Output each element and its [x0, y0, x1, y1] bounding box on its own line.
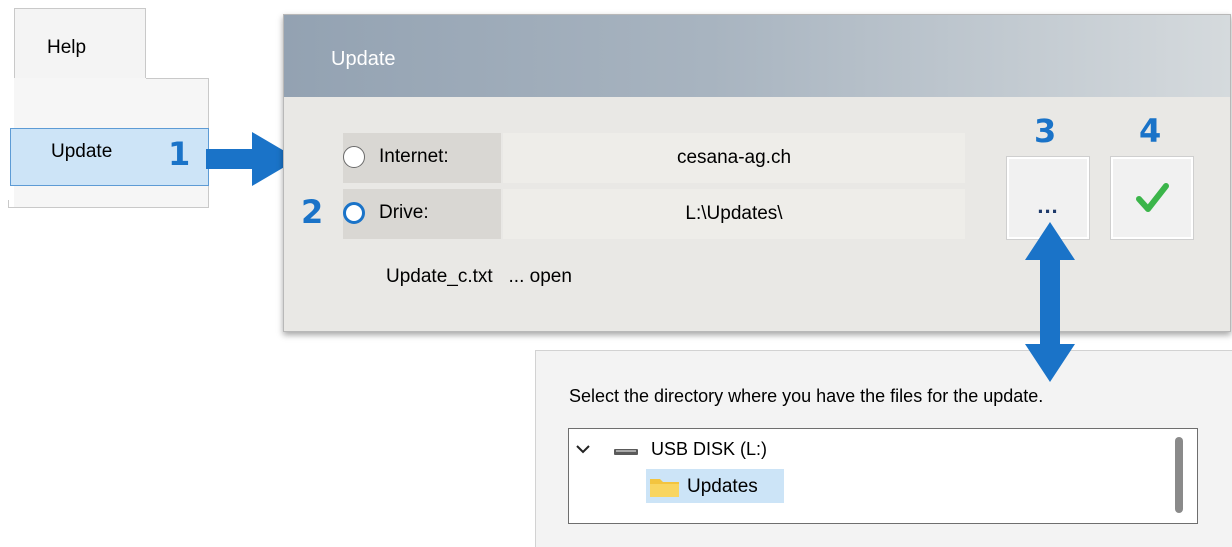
menu-divider	[146, 78, 209, 79]
double-arrow-icon	[1025, 222, 1075, 382]
menu-item-update-label: Update	[51, 141, 113, 162]
tree-scrollbar[interactable]	[1175, 437, 1183, 513]
drive-value-field[interactable]: L:\Updates\	[503, 189, 965, 239]
internet-value: cesana-ag.ch	[676, 147, 792, 168]
menu-bottom-border	[8, 207, 209, 208]
file-action: ... open	[508, 266, 572, 287]
dialog-titlebar: Update	[284, 15, 1230, 97]
drive-radio[interactable]	[343, 202, 365, 224]
step-marker-3: 3	[1034, 112, 1057, 150]
update-dialog: Update Internet: cesana-ag.ch Drive: L:\…	[283, 14, 1231, 332]
dialog-title: Update	[331, 48, 396, 70]
step-marker-4: 4	[1139, 112, 1162, 150]
folder-instruction: Select the directory where you have the …	[569, 386, 1044, 406]
drive-value: L:\Updates\	[685, 203, 783, 224]
confirm-button[interactable]	[1111, 157, 1193, 239]
drive-icon	[614, 449, 638, 455]
checkmark-icon	[1136, 183, 1169, 212]
tree-item-updates-label: Updates	[687, 476, 758, 497]
folder-icon	[650, 479, 679, 497]
file-name: Update_c.txt	[386, 266, 493, 287]
step-marker-2: 2	[301, 193, 324, 231]
internet-option[interactable]: Internet:	[343, 133, 501, 183]
chevron-down-icon[interactable]	[575, 443, 591, 455]
menu-left-border	[8, 200, 9, 208]
folder-browser-dialog: Select the directory where you have the …	[535, 350, 1232, 547]
internet-value-field[interactable]: cesana-ag.ch	[503, 133, 965, 183]
drive-label: Drive:	[379, 202, 429, 223]
tree-item-usb-disk[interactable]: USB DISK (L:)	[651, 439, 767, 460]
folder-tree[interactable]: USB DISK (L:) Updates	[568, 428, 1198, 524]
help-tab-label: Help	[47, 37, 87, 58]
help-tab[interactable]: Help	[14, 8, 146, 78]
browse-button-label: ...	[1037, 193, 1059, 218]
internet-radio[interactable]	[343, 146, 365, 168]
step-marker-1: 1	[168, 135, 191, 173]
drive-option[interactable]: Drive:	[343, 189, 501, 239]
internet-label: Internet:	[379, 146, 449, 167]
file-status: Update_c.txt ... open	[386, 266, 572, 288]
